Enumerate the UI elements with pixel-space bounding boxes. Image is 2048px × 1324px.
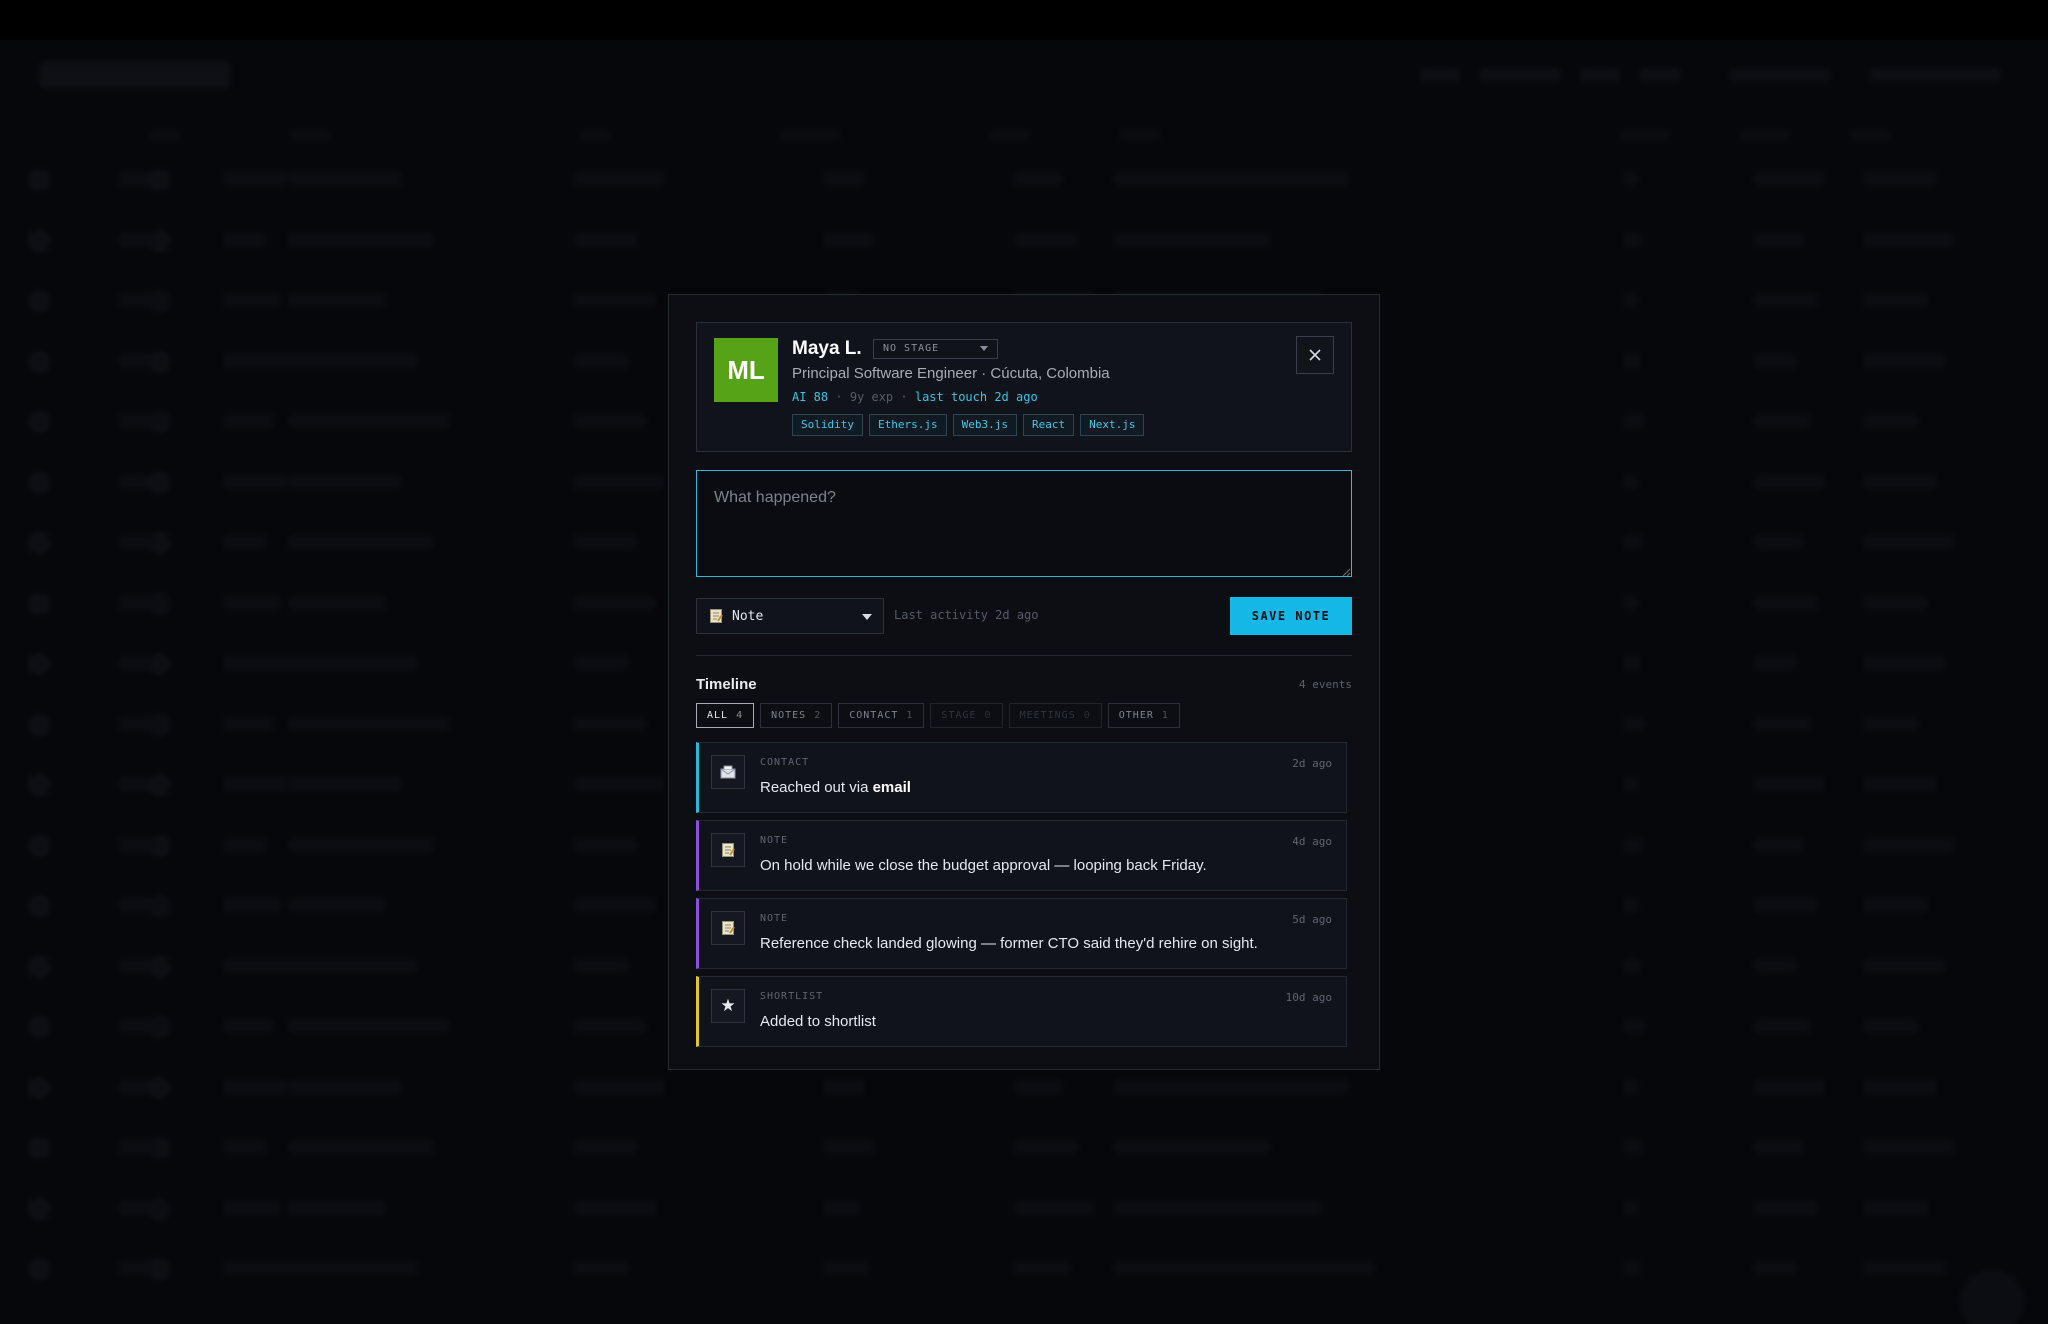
stage-dropdown[interactable]: NO STAGE	[873, 339, 998, 359]
close-icon	[1309, 349, 1321, 361]
timeline-event-contact[interactable]: CONTACT Reached out via email 2d ago	[696, 742, 1347, 813]
memo-icon	[710, 609, 723, 623]
filter-label: ALL	[707, 710, 729, 721]
avatar: ML	[714, 338, 778, 402]
ai-score: AI 88	[792, 390, 829, 404]
filter-stage: STAGE 0	[930, 703, 1003, 728]
event-text: On hold while we close the budget approv…	[760, 857, 1207, 874]
filter-label: STAGE	[941, 710, 977, 721]
star-icon: ★	[711, 989, 745, 1023]
filter-count: 4	[736, 710, 744, 721]
chevron-down-icon	[862, 614, 872, 620]
candidate-meta: AI 88 · 9y exp · last touch 2d ago	[792, 390, 1038, 404]
event-kind: SHORTLIST	[760, 991, 824, 1002]
envelope-icon	[711, 755, 745, 789]
filter-count: 0	[1083, 710, 1091, 721]
event-text-channel: email	[872, 779, 911, 796]
event-type-value: Note	[732, 608, 764, 624]
filter-count: 2	[814, 710, 822, 721]
note-textarea[interactable]	[696, 470, 1352, 577]
resize-grip-icon[interactable]	[1341, 567, 1351, 577]
last-activity-text: Last activity 2d ago	[894, 608, 1039, 622]
timeline-event-note[interactable]: NOTE On hold while we close the budget a…	[696, 820, 1347, 891]
event-kind: NOTE	[760, 835, 789, 846]
filter-other[interactable]: OTHER 1	[1107, 703, 1180, 728]
stage-dropdown-value: NO STAGE	[883, 343, 940, 354]
event-kind: CONTACT	[760, 757, 810, 768]
event-type-dropdown[interactable]: Note	[696, 598, 884, 634]
timeline-title: Timeline	[696, 676, 757, 693]
skill-tag: React	[1022, 414, 1075, 436]
event-time: 5d ago	[1292, 913, 1332, 926]
event-time: 4d ago	[1292, 835, 1332, 848]
divider	[696, 655, 1352, 656]
event-time: 2d ago	[1292, 757, 1332, 770]
filter-label: MEETINGS	[1019, 710, 1076, 721]
candidate-name: Maya L.	[792, 338, 862, 359]
skill-tag: Solidity	[792, 414, 863, 436]
timeline-events: CONTACT Reached out via email 2d ago NOT…	[696, 742, 1347, 1054]
event-text: Reference check landed glowing — former …	[760, 935, 1258, 952]
filter-label: CONTACT	[849, 710, 899, 721]
event-text: Added to shortlist	[760, 1013, 876, 1030]
skill-tag: Next.js	[1080, 414, 1145, 436]
filter-meetings: MEETINGS 0	[1008, 703, 1102, 728]
filter-label: NOTES	[771, 710, 807, 721]
event-text: Reached out via email	[760, 779, 911, 796]
memo-icon	[711, 833, 745, 867]
chevron-down-icon	[980, 346, 988, 351]
filter-label: OTHER	[1118, 710, 1154, 721]
filter-count: 1	[906, 710, 914, 721]
timeline-filters: ALL 4 NOTES 2 CONTACT 1 STAGE 0 MEETINGS 0 OT…	[696, 703, 1180, 728]
memo-icon	[711, 911, 745, 945]
timeline-event-note[interactable]: NOTE Reference check landed glowing — fo…	[696, 898, 1347, 969]
skill-tag: Ethers.js	[868, 414, 947, 436]
close-button[interactable]	[1296, 336, 1334, 374]
event-text-prefix: Reached out via	[760, 779, 873, 796]
candidate-subtitle: Principal Software Engineer · Cúcuta, Co…	[792, 365, 1110, 382]
experience: 9y exp	[849, 390, 894, 404]
filter-contact[interactable]: CONTACT 1	[838, 703, 925, 728]
last-touch: last touch 2d ago	[914, 390, 1038, 404]
meta-separator: ·	[900, 390, 915, 404]
filter-all[interactable]: ALL 4	[696, 703, 755, 728]
filter-notes[interactable]: NOTES 2	[760, 703, 833, 728]
skill-tags: Solidity Ethers.js Web3.js React Next.js	[792, 414, 1145, 436]
timeline-event-count: 4 events	[1299, 678, 1352, 691]
event-time: 10d ago	[1285, 991, 1332, 1004]
activity-modal: ML Maya L. NO STAGE Principal Software E…	[668, 294, 1380, 1070]
timeline-event-shortlist[interactable]: ★ SHORTLIST Added to shortlist 10d ago	[696, 976, 1347, 1047]
filter-count: 1	[1161, 710, 1169, 721]
candidate-card: ML Maya L. NO STAGE Principal Software E…	[696, 322, 1352, 452]
skill-tag: Web3.js	[952, 414, 1017, 436]
meta-separator: ·	[835, 390, 850, 404]
save-note-button[interactable]: SAVE NOTE	[1230, 597, 1352, 635]
event-kind: NOTE	[760, 913, 789, 924]
filter-count: 0	[984, 710, 992, 721]
